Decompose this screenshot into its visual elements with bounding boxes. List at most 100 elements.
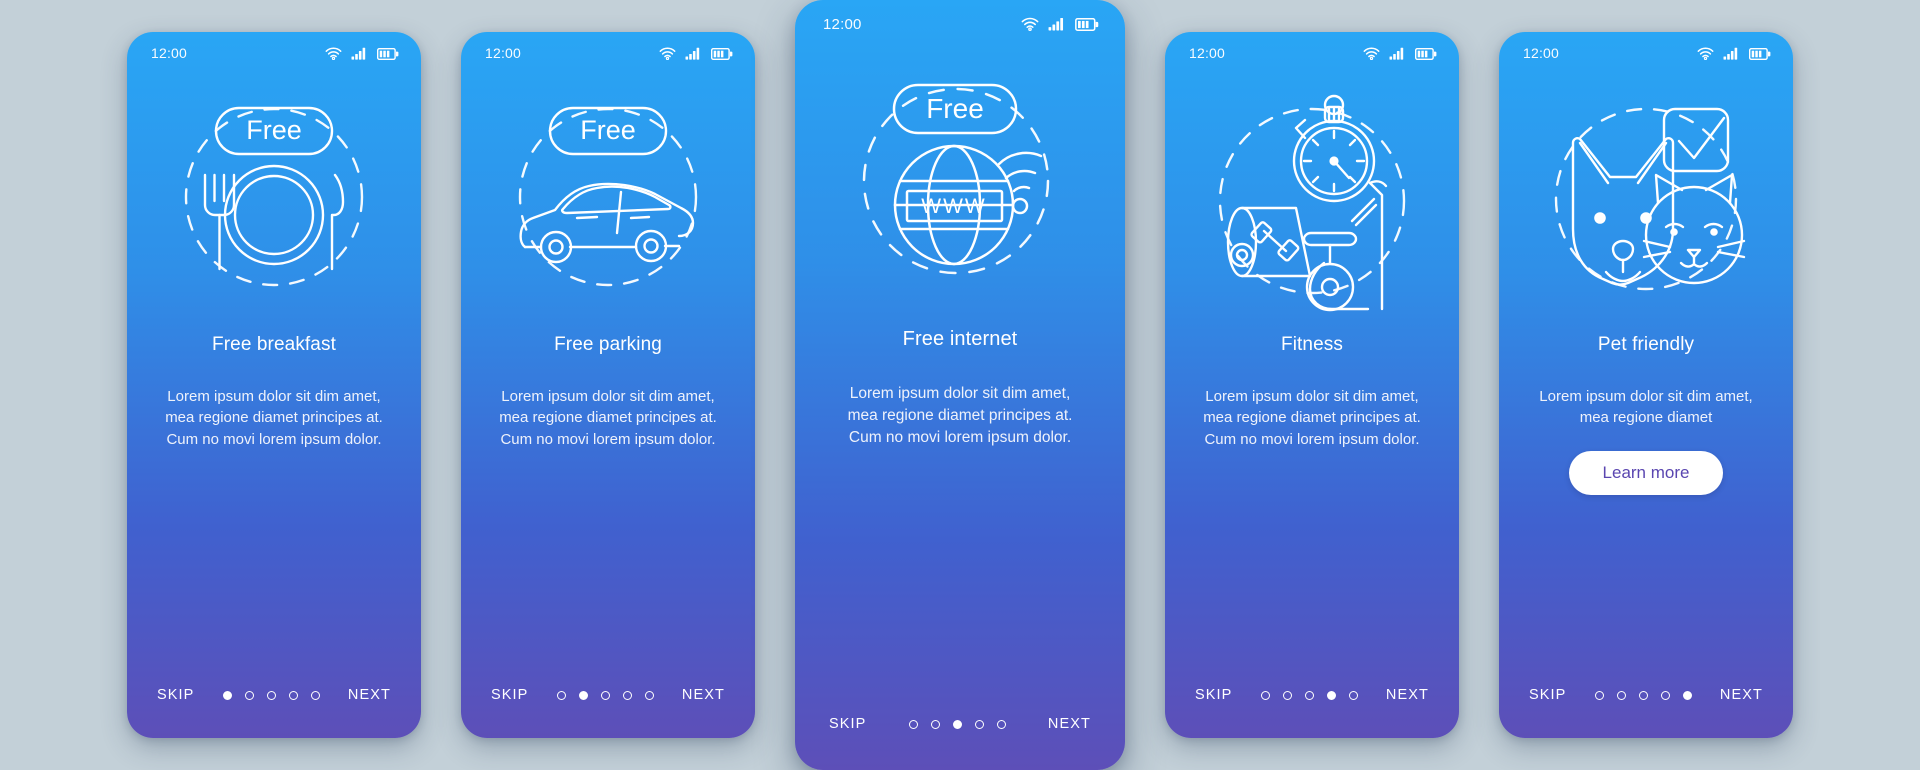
card-title: Free parking: [554, 334, 662, 355]
cellular-signal-icon: [351, 47, 366, 60]
status-bar: 12:00: [795, 0, 1125, 48]
step-dot-1[interactable]: [222, 690, 232, 700]
card-title: Free breakfast: [212, 334, 336, 355]
battery-icon: [1075, 18, 1099, 31]
step-dot-3[interactable]: [1638, 690, 1648, 700]
step-dot-1[interactable]: [556, 690, 566, 700]
next-button[interactable]: NEXT: [1384, 681, 1431, 709]
status-bar: 12:00: [1165, 32, 1459, 74]
step-dot-4[interactable]: [288, 690, 298, 700]
next-button[interactable]: NEXT: [1718, 681, 1765, 709]
status-icon-group: [325, 47, 399, 60]
status-icon-group: [1363, 47, 1437, 60]
status-icon-group: [659, 47, 733, 60]
card-navigation: SKIP NEXT: [1499, 652, 1793, 738]
step-dot-5[interactable]: [996, 719, 1006, 729]
next-button[interactable]: NEXT: [346, 681, 393, 709]
card-content: Pet friendly Lorem ipsum dolor sit dim a…: [1499, 324, 1793, 652]
wifi-icon: [1021, 17, 1039, 31]
onboarding-card-fitness: 12:00 Fitness Lorem ipsum dolor sit dim …: [1165, 32, 1459, 738]
next-button[interactable]: NEXT: [680, 681, 727, 709]
onboarding-card-pet-friendly: 12:00 Pet friendly Lorem ipsum dolor sit…: [1499, 32, 1793, 738]
wifi-icon: [325, 47, 342, 60]
cellular-signal-icon: [1048, 17, 1064, 31]
battery-icon: [1749, 47, 1771, 60]
dog-cat-checkbox-icon: [1554, 107, 1746, 291]
step-dot-5[interactable]: [310, 690, 320, 700]
wifi-icon: [1697, 47, 1714, 60]
wifi-icon: [659, 47, 676, 60]
card-body-text: Lorem ipsum dolor sit dim amet, mea regi…: [1203, 388, 1421, 448]
status-time: 12:00: [1189, 45, 1226, 61]
svg-text:Free: Free: [246, 115, 302, 145]
step-indicator: [222, 690, 320, 700]
card-body-text: Lorem ipsum dolor sit dim amet, mea regi…: [499, 388, 717, 448]
card-title: Free internet: [902, 328, 1018, 350]
card-body-text: Lorem ipsum dolor sit dim amet, mea regi…: [847, 385, 1073, 446]
status-bar: 12:00: [1499, 32, 1793, 74]
step-dot-2[interactable]: [1282, 690, 1292, 700]
step-dot-3[interactable]: [600, 690, 610, 700]
step-dot-3[interactable]: [266, 690, 276, 700]
step-dot-4[interactable]: [1326, 690, 1336, 700]
battery-icon: [377, 47, 399, 60]
illustration-free-parking: Free: [461, 74, 755, 324]
card-navigation: SKIP NEXT: [795, 678, 1125, 770]
stopwatch-yogamat-dumbbell-bike-icon: [1218, 94, 1406, 312]
card-body-text: Lorem ipsum dolor sit dim amet, mea regi…: [1539, 388, 1753, 427]
card-navigation: SKIP NEXT: [461, 652, 755, 738]
step-indicator: [556, 690, 654, 700]
svg-text:Free: Free: [580, 115, 636, 145]
cellular-signal-icon: [685, 47, 700, 60]
card-content: Free parking Lorem ipsum dolor sit dim a…: [461, 324, 755, 652]
svg-text:WWW: WWW: [921, 195, 986, 218]
status-icon-group: [1021, 17, 1099, 31]
battery-icon: [711, 47, 733, 60]
skip-button[interactable]: SKIP: [1527, 681, 1568, 709]
step-dot-1[interactable]: [1260, 690, 1270, 700]
globe-www-wifi-icon: Free WWW: [862, 83, 1050, 275]
step-dot-4[interactable]: [622, 690, 632, 700]
step-dot-5[interactable]: [644, 690, 654, 700]
step-dot-3[interactable]: [1304, 690, 1314, 700]
battery-icon: [1415, 47, 1437, 60]
card-content: Free breakfast Lorem ipsum dolor sit dim…: [127, 324, 421, 652]
step-dot-2[interactable]: [578, 690, 588, 700]
next-button[interactable]: NEXT: [1046, 710, 1093, 738]
illustration-fitness: [1165, 74, 1459, 324]
learn-more-button[interactable]: Learn more: [1568, 450, 1724, 495]
status-time: 12:00: [823, 15, 862, 33]
svg-text:Free: Free: [926, 93, 984, 124]
step-dot-4[interactable]: [974, 719, 984, 729]
skip-button[interactable]: SKIP: [827, 710, 868, 738]
step-dot-1[interactable]: [1594, 690, 1604, 700]
status-bar: 12:00: [461, 32, 755, 74]
step-indicator: [1594, 690, 1692, 700]
step-dot-2[interactable]: [1616, 690, 1626, 700]
cellular-signal-icon: [1723, 47, 1738, 60]
step-dot-5[interactable]: [1682, 690, 1692, 700]
step-indicator: [908, 719, 1006, 729]
status-time: 12:00: [485, 45, 522, 61]
step-dot-5[interactable]: [1348, 690, 1358, 700]
card-body-text: Lorem ipsum dolor sit dim amet, mea regi…: [165, 388, 383, 448]
card-content: Fitness Lorem ipsum dolor sit dim amet, …: [1165, 324, 1459, 652]
illustration-pet-friendly: [1499, 74, 1793, 324]
card-navigation: SKIP NEXT: [1165, 652, 1459, 738]
step-dot-4[interactable]: [1660, 690, 1670, 700]
status-icon-group: [1697, 47, 1771, 60]
skip-button[interactable]: SKIP: [1193, 681, 1234, 709]
card-content: Free internet Lorem ipsum dolor sit dim …: [795, 316, 1125, 678]
step-dot-1[interactable]: [908, 719, 918, 729]
onboarding-screens-stage: 12:00 Free Free breakfast Lorem ipsum do…: [0, 0, 1920, 770]
plate-fork-knife-icon: Free: [184, 106, 364, 287]
card-title: Pet friendly: [1597, 334, 1695, 355]
step-dot-2[interactable]: [244, 690, 254, 700]
illustration-free-breakfast: Free: [127, 74, 421, 324]
skip-button[interactable]: SKIP: [489, 681, 530, 709]
skip-button[interactable]: SKIP: [155, 681, 196, 709]
step-dot-3[interactable]: [952, 719, 962, 729]
illustration-free-internet: Free WWW: [795, 48, 1125, 316]
step-dot-2[interactable]: [930, 719, 940, 729]
car-icon: Free: [518, 106, 698, 287]
